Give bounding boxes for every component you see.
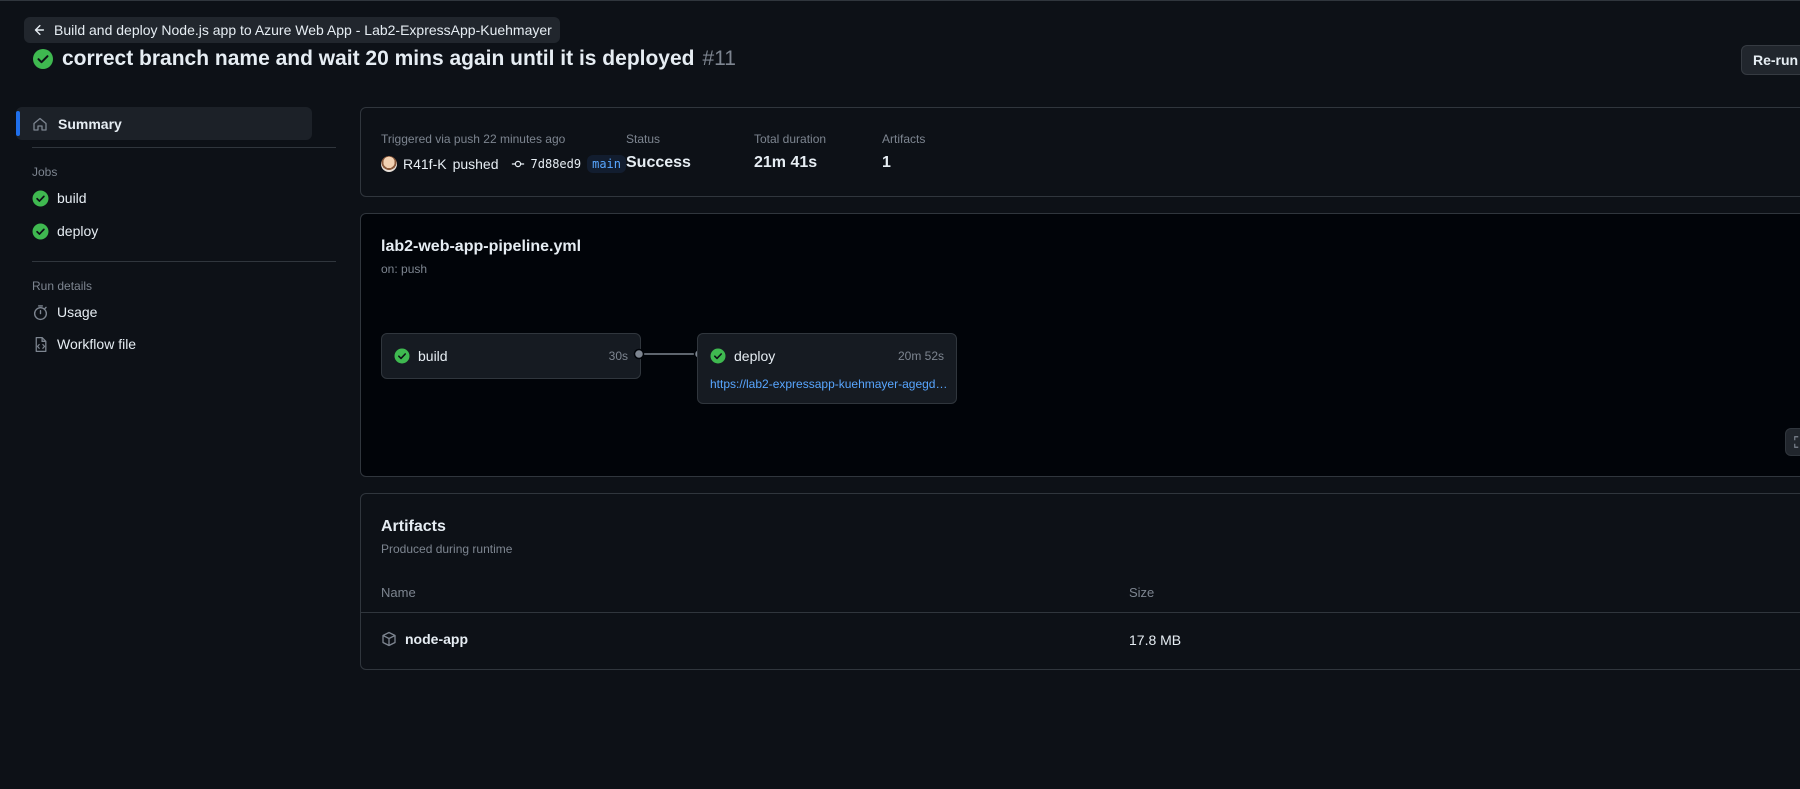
job-node-build[interactable]: build 30s [381, 333, 641, 379]
duration-label: Total duration [754, 132, 827, 146]
workflow-trigger: on: push [381, 262, 428, 276]
workflow-graph-card: lab2-web-app-pipeline.yml on: push build… [360, 213, 1800, 477]
sidebar-divider [32, 147, 336, 148]
sidebar-item-job-deploy[interactable]: deploy [32, 218, 98, 244]
sidebar-divider [32, 261, 336, 262]
artifact-link[interactable]: node-app [381, 631, 468, 647]
avatar[interactable] [381, 156, 397, 172]
job-duration: 20m 52s [897, 349, 944, 363]
job-node-deploy[interactable]: deploy 20m 52s https://lab2-expressapp-k… [697, 333, 957, 404]
check-circle-icon [394, 348, 410, 364]
push-info: R41f-K pushed 7d88ed9 main [381, 155, 626, 173]
job-duration: 30s [608, 349, 628, 363]
trigger-label: Triggered via push 22 minutes ago [381, 132, 566, 146]
sidebar-item-workflow-file[interactable]: Workflow file [32, 331, 136, 357]
page-title: correct branch name and wait 20 mins aga… [32, 47, 736, 71]
check-circle-icon [710, 348, 726, 364]
status-label: Status [626, 132, 661, 146]
commit-icon [511, 160, 524, 168]
file-code-icon [35, 336, 47, 352]
column-header-size: Size [1129, 585, 1155, 600]
sidebar-item-label: build [57, 190, 87, 206]
back-to-workflow-link[interactable]: Build and deploy Node.js app to Azure We… [24, 17, 560, 43]
jobs-heading: Jobs [32, 165, 58, 179]
duration-value: 21m 41s [754, 154, 818, 171]
stopwatch-icon [33, 304, 48, 320]
check-circle-icon [32, 190, 49, 206]
back-link-label: Build and deploy Node.js app to Azure We… [54, 22, 552, 38]
artifacts-subtitle: Produced during runtime [381, 542, 513, 556]
sidebar-item-usage[interactable]: Usage [32, 299, 97, 325]
artifacts-count-value[interactable]: 1 [882, 154, 891, 172]
rerun-button[interactable]: Re-run [1741, 45, 1800, 75]
status-value: Success [626, 154, 691, 171]
artifacts-card: Artifacts Produced during runtime Name S… [360, 493, 1800, 670]
job-name: deploy [734, 348, 776, 364]
job-name: build [418, 348, 448, 364]
run-title-text: correct branch name and wait 20 mins aga… [62, 47, 695, 70]
home-icon [33, 117, 47, 131]
actor-link[interactable]: R41f-K [403, 156, 447, 172]
run-summary-card: Triggered via push 22 minutes ago R41f-K… [360, 107, 1800, 197]
workflow-file-name: lab2-web-app-pipeline.yml [381, 238, 582, 255]
sidebar-item-label: Usage [57, 304, 98, 320]
push-action: pushed [452, 156, 499, 172]
screen-full-icon [1794, 436, 1799, 448]
sidebar-item-label: Workflow file [57, 336, 137, 352]
sidebar-item-label: Summary [58, 115, 122, 132]
column-header-name: Name [381, 585, 416, 600]
run-number: #11 [702, 47, 736, 70]
commit-sha-link[interactable]: 7d88ed9 [531, 157, 582, 171]
deploy-url-link[interactable]: https://lab2-expressapp-kuehmayer-agegdz… [710, 377, 950, 391]
sidebar-item-label: deploy [57, 223, 99, 239]
run-details-heading: Run details [32, 279, 93, 293]
package-icon [382, 631, 396, 647]
fullscreen-button[interactable] [1785, 428, 1800, 456]
branch-tag[interactable]: main [587, 155, 626, 173]
artifacts-title: Artifacts [381, 518, 446, 535]
job-connector [633, 348, 705, 360]
check-circle-icon [33, 49, 53, 69]
arrow-left-icon [34, 24, 45, 36]
check-circle-icon [32, 223, 49, 239]
table-row: node-app 17.8 MB [361, 613, 1800, 669]
artifact-name: node-app [405, 631, 468, 647]
artifact-size: 17.8 MB [1129, 632, 1182, 648]
sidebar-item-job-build[interactable]: build [32, 185, 87, 211]
sidebar-item-summary[interactable]: Summary [16, 107, 312, 140]
artifacts-count-label: Artifacts [882, 132, 926, 146]
